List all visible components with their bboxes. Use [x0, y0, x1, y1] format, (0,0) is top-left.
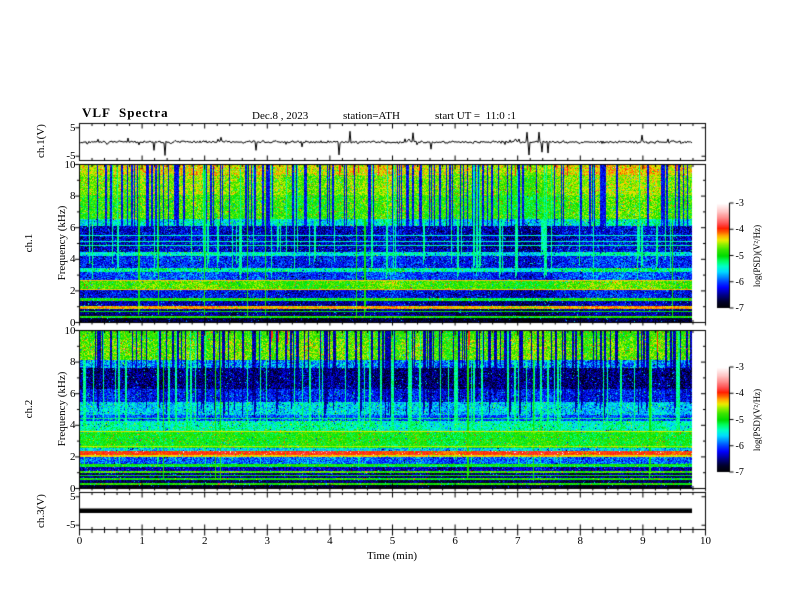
x-tick-label: 6: [452, 535, 458, 547]
x-tick-label: 1: [139, 535, 145, 547]
colorbar-tick-label: -4: [735, 224, 744, 236]
y-tick-label: 2: [70, 284, 76, 297]
y-tick-label: 6: [70, 387, 76, 400]
ylabel-ch1-frequency-line1: ch.1: [23, 233, 35, 253]
y-tick-label: 6: [70, 221, 76, 234]
colorbar-tick-label: -3: [735, 362, 744, 373]
vlf-spectra-figure: VLF Spectra Dec.8 , 2023 station=ATH sta…: [0, 0, 792, 612]
ylabel-ch3-voltage: ch.3(V): [35, 494, 47, 528]
y-tick-label: 5: [70, 121, 76, 134]
colorbar2-label: log(PSD)(V²/Hz): [752, 388, 762, 452]
y-tick-label: 8: [70, 356, 76, 369]
x-tick-label: 9: [640, 535, 646, 547]
header-station: station=ATH: [343, 110, 400, 122]
x-tick-label: 10: [700, 535, 711, 547]
x-tick-label: 3: [264, 535, 271, 547]
y-tick-label: 4: [70, 253, 76, 266]
x-tick-label: 5: [389, 535, 396, 547]
y-tick-label: 0: [70, 482, 76, 495]
plot-canvas: [0, 0, 792, 612]
x-tick-label: 4: [327, 535, 333, 547]
x-axis-title: Time (min): [366, 550, 418, 562]
y-tick-label: 2: [70, 450, 76, 463]
x-tick-label: 8: [577, 535, 584, 547]
y-tick-label: 10: [64, 324, 76, 337]
colorbar-tick-label: -5: [735, 414, 744, 426]
ylabel-ch2-frequency-line2: Frequency (kHz): [56, 371, 68, 447]
y-tick-label: -5: [66, 519, 76, 532]
ylabel-ch2-frequency-line1: ch.2: [23, 399, 35, 419]
colorbar-tick-label: -4: [735, 388, 744, 400]
colorbar-tick-label: -6: [735, 440, 744, 452]
colorbar-tick-label: -6: [735, 276, 744, 288]
x-tick-label: 0: [76, 535, 83, 547]
x-tick-label: 7: [514, 535, 521, 547]
colorbar-tick-label: -3: [735, 198, 744, 209]
header-start-ut: start UT = 11:0 :1: [435, 110, 517, 122]
colorbar-tick-label: -5: [735, 250, 744, 262]
y-tick-label: 4: [70, 419, 76, 432]
x-tick-label: 2: [201, 535, 208, 547]
y-tick-label: 8: [70, 190, 76, 203]
ylabel-ch1-frequency: ch.1 Frequency (kHz): [2, 206, 90, 281]
page-title: VLF Spectra: [82, 105, 169, 120]
header-date: Dec.8 , 2023: [252, 110, 309, 122]
ylabel-ch2-frequency: ch.2 Frequency (kHz): [2, 372, 90, 447]
y-tick-label: 10: [64, 158, 76, 171]
ylabel-ch1-frequency-line2: Frequency (kHz): [56, 205, 68, 281]
ylabel-ch1-voltage: ch.1(V): [35, 124, 47, 158]
colorbar-tick-label: -7: [735, 303, 744, 314]
colorbar-tick-label: -7: [735, 467, 744, 478]
colorbar1-label: log(PSD)(V²/Hz): [752, 224, 762, 288]
